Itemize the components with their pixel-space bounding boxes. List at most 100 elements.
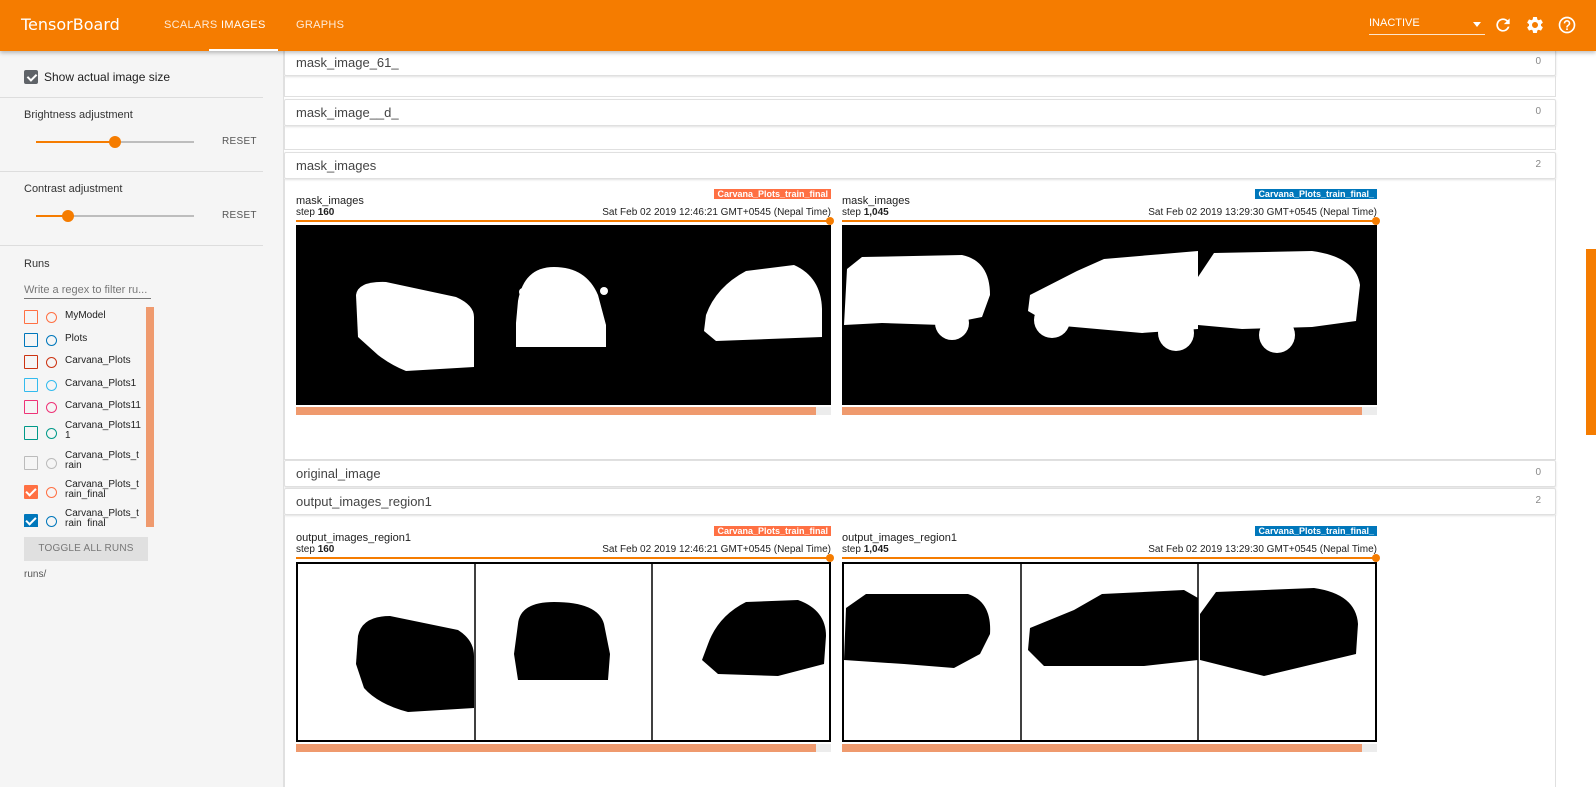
run-checkbox[interactable]	[24, 514, 38, 527]
output-image	[842, 562, 1377, 742]
run-item-carvana-plots111[interactable]: Carvana_Plots111	[24, 421, 141, 441]
pane-title: mask_image__d_	[296, 105, 399, 120]
run-name: Carvana_Plots111	[65, 420, 141, 441]
run-name: MyModel	[65, 310, 106, 321]
run-name: Carvana_Plots11	[65, 400, 141, 411]
run-checkbox[interactable]	[24, 378, 38, 392]
run-tag: Carvana_Plots_train_final_	[1255, 526, 1377, 536]
image-scrollbar[interactable]	[296, 407, 831, 415]
pane-header-original-image[interactable]: original_image 0	[284, 460, 1556, 487]
pane-body	[284, 76, 1556, 97]
top-bar: TensorBoard SCALARS IMAGES GRAPHS INACTI…	[0, 0, 1596, 51]
brightness-title: Brightness adjustment	[24, 109, 133, 121]
output-image	[296, 562, 831, 742]
runs-scrollbar[interactable]	[146, 307, 154, 527]
runs-filter-input[interactable]	[24, 281, 151, 299]
page-scrollbar-thumb[interactable]	[1586, 249, 1596, 435]
step-value: 1,045	[863, 544, 889, 555]
run-item-mymodel[interactable]: MyModel	[24, 309, 141, 324]
card-title: mask_images	[842, 195, 910, 207]
image-scrollbar[interactable]	[296, 744, 831, 752]
pane-title: original_image	[296, 466, 381, 481]
step-value: 1,045	[863, 207, 889, 218]
run-checkbox[interactable]	[24, 400, 38, 414]
brightness-reset-button[interactable]: RESET	[222, 136, 257, 147]
pane-header-mask-images[interactable]: mask_images 2	[284, 152, 1556, 179]
logdir-path: runs/	[24, 569, 47, 580]
image-scrollbar[interactable]	[842, 407, 1377, 415]
page-scrollbar[interactable]	[1583, 51, 1596, 787]
pane-count: 0	[1535, 56, 1541, 67]
contrast-title: Contrast adjustment	[24, 183, 123, 195]
image-scrollbar[interactable]	[842, 744, 1377, 752]
step-prefix: step	[296, 544, 318, 555]
run-color-dot	[46, 402, 57, 413]
mask-image-content	[844, 251, 1360, 353]
step-slider[interactable]	[296, 217, 834, 225]
pane-header-mask-image-d[interactable]: mask_image__d_ 0	[284, 99, 1556, 126]
card-time: Sat Feb 02 2019 12:46:21 GMT+0545 (Nepal…	[602, 544, 831, 555]
gear-icon[interactable]	[1525, 15, 1545, 35]
pane-count: 0	[1535, 106, 1541, 117]
mask-image	[842, 225, 1377, 405]
help-icon[interactable]	[1557, 15, 1577, 35]
step-slider-handle[interactable]	[1372, 217, 1380, 225]
card-time: Sat Feb 02 2019 12:46:21 GMT+0545 (Nepal…	[602, 207, 831, 218]
run-item-carvana-plots11[interactable]: Carvana_Plots11	[24, 399, 141, 414]
contrast-slider-handle[interactable]	[61, 210, 74, 222]
step-slider-handle[interactable]	[826, 217, 834, 225]
tab-graphs[interactable]: GRAPHS	[296, 0, 344, 51]
run-checkbox[interactable]	[24, 333, 38, 347]
image-scrollbar-thumb[interactable]	[296, 744, 816, 752]
contrast-reset-button[interactable]: RESET	[222, 210, 257, 221]
image-scrollbar-thumb[interactable]	[296, 407, 816, 415]
show-actual-size-toggle[interactable]: Show actual image size	[24, 70, 170, 84]
step-prefix: step	[842, 544, 864, 555]
refresh-icon[interactable]	[1493, 15, 1513, 35]
toggle-all-runs-button[interactable]: TOGGLE ALL RUNS	[24, 537, 148, 561]
run-status-select[interactable]: INACTIVE	[1369, 14, 1485, 35]
run-tag: Carvana_Plots_train_final	[714, 526, 831, 536]
card-step: step 160	[296, 544, 334, 555]
run-name: Carvana_Plots_train_final_	[65, 508, 139, 528]
tab-images[interactable]: IMAGES	[209, 0, 278, 51]
step-slider[interactable]	[842, 217, 1380, 225]
output-image-content	[844, 564, 1358, 740]
run-tag: Carvana_Plots_train_final	[714, 189, 831, 199]
run-color-dot	[46, 357, 57, 368]
brightness-slider[interactable]	[36, 136, 194, 148]
sidebar: Show actual image size Brightness adjust…	[0, 51, 284, 787]
run-checkbox[interactable]	[24, 310, 38, 324]
run-item-carvana-plots-train-final[interactable]: Carvana_Plots_train_final	[24, 480, 141, 500]
step-slider[interactable]	[842, 554, 1380, 562]
step-prefix: step	[296, 207, 318, 218]
brightness-slider-handle[interactable]	[109, 136, 121, 148]
pane-header-mask-image-61[interactable]: mask_image_61_ 0	[284, 51, 1556, 76]
show-actual-size-checkbox[interactable]	[24, 70, 38, 84]
run-item-carvana-plots[interactable]: Carvana_Plots	[24, 354, 141, 369]
run-item-plots[interactable]: Plots	[24, 332, 141, 347]
divider	[0, 245, 263, 246]
step-slider[interactable]	[296, 554, 834, 562]
pane-header-output-images-region1[interactable]: output_images_region1 2	[284, 488, 1556, 515]
run-checkbox[interactable]	[24, 426, 38, 440]
run-name: Carvana_Plots_train	[65, 450, 139, 471]
contrast-slider[interactable]	[36, 210, 194, 222]
run-item-carvana-plots-train-final-[interactable]: Carvana_Plots_train_final_	[24, 509, 141, 527]
pane-count: 0	[1535, 467, 1541, 478]
divider	[0, 171, 263, 172]
run-checkbox[interactable]	[24, 485, 38, 499]
run-checkbox[interactable]	[24, 456, 38, 470]
step-slider-handle[interactable]	[826, 554, 834, 562]
step-slider-handle[interactable]	[1372, 554, 1380, 562]
show-actual-size-label: Show actual image size	[44, 70, 171, 84]
run-item-carvana-plots-train[interactable]: Carvana_Plots_train	[24, 451, 141, 471]
card-time: Sat Feb 02 2019 13:29:30 GMT+0545 (Nepal…	[1148, 544, 1377, 555]
mask-image-content	[356, 265, 822, 371]
run-checkbox[interactable]	[24, 355, 38, 369]
image-scrollbar-thumb[interactable]	[842, 744, 1362, 752]
image-scrollbar-thumb[interactable]	[842, 407, 1362, 415]
card-title: output_images_region1	[296, 532, 411, 544]
runs-title: Runs	[24, 258, 50, 270]
run-item-carvana-plots1[interactable]: Carvana_Plots1	[24, 377, 141, 392]
